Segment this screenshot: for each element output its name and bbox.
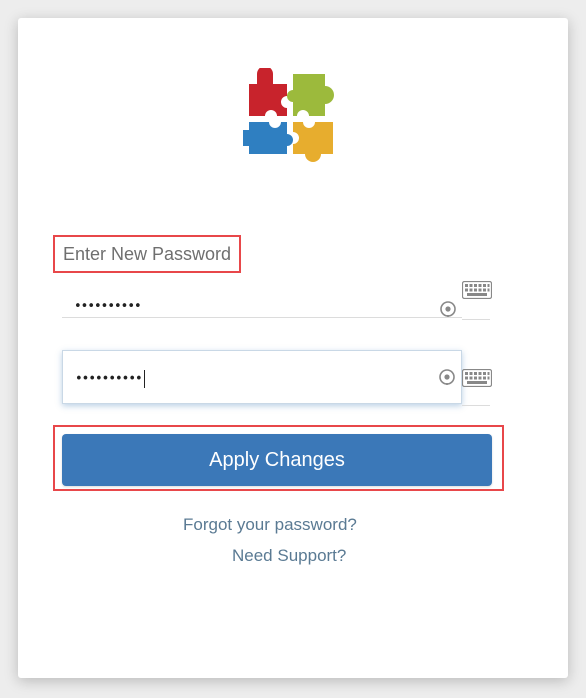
keyboard-slot-2 [462, 358, 492, 406]
login-card: Enter New Password •••••••••• •••••••••• [18, 18, 568, 678]
keyboard-icon[interactable] [462, 281, 492, 299]
keyboard-slot-1 [462, 276, 492, 320]
confirm-password-value: •••••••••• [75, 370, 145, 388]
apply-changes-button[interactable]: Apply Changes [62, 434, 492, 486]
new-password-value: •••••••••• [74, 299, 142, 314]
need-support-link[interactable]: Need Support? [232, 546, 346, 566]
new-password-label: Enter New Password [63, 244, 232, 264]
puzzle-logo [243, 68, 334, 162]
keyboard-icon[interactable] [462, 369, 492, 387]
new-password-field[interactable]: •••••••••• [62, 268, 462, 318]
eye-icon[interactable] [440, 301, 456, 317]
forgot-password-link[interactable]: Forgot your password? [183, 515, 357, 535]
text-caret [143, 370, 145, 388]
confirm-password-field[interactable]: •••••••••• [62, 350, 462, 404]
eye-icon[interactable] [439, 369, 455, 385]
